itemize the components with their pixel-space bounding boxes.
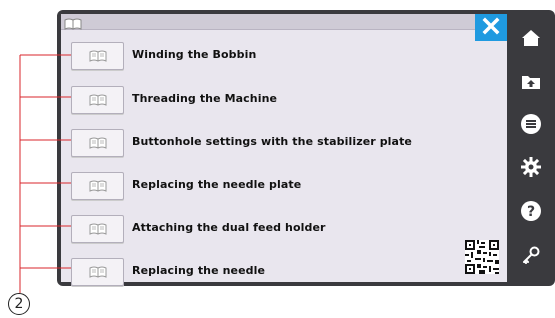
help-button[interactable]: ?: [519, 201, 543, 225]
svg-text:?: ?: [527, 204, 535, 220]
book-icon: [64, 15, 82, 34]
open-manual-button[interactable]: [71, 215, 124, 243]
book-icon: [89, 134, 107, 153]
list-item: Attaching the dual feed holder: [71, 215, 491, 243]
home-icon: [521, 28, 541, 52]
open-manual-button[interactable]: [71, 86, 124, 114]
folder-up-button[interactable]: [519, 72, 543, 96]
callout-number: 2: [8, 293, 30, 315]
list-item: Replacing the needle: [71, 258, 491, 286]
sidebar: ?: [507, 14, 553, 282]
book-icon: [89, 177, 107, 196]
list-item: Threading the Machine: [71, 86, 491, 114]
list-item: Buttonhole settings with the stabilizer …: [71, 129, 491, 157]
settings-button[interactable]: [519, 157, 543, 181]
help-icon: ?: [520, 200, 542, 226]
key-icon: [521, 245, 541, 269]
list-item: Winding the Bobbin: [71, 42, 491, 70]
home-button[interactable]: [519, 28, 543, 52]
open-manual-button[interactable]: [71, 258, 124, 286]
close-button[interactable]: [475, 14, 507, 41]
close-icon: [482, 17, 500, 39]
qr-code-icon[interactable]: [465, 240, 499, 274]
folder-up-icon: [521, 73, 541, 95]
manual-screen: Winding the Bobbin Threading the Machine…: [61, 14, 507, 286]
open-manual-button[interactable]: [71, 129, 124, 157]
title-bar: [61, 14, 507, 30]
book-icon: [89, 91, 107, 110]
book-icon: [89, 47, 107, 66]
menu-icon: [520, 113, 542, 139]
open-manual-button[interactable]: [71, 42, 124, 70]
gear-icon: [520, 156, 542, 182]
item-label: Replacing the needle: [132, 264, 266, 277]
list-item: Replacing the needle plate: [71, 172, 491, 200]
item-label: Replacing the needle plate: [132, 178, 302, 191]
open-manual-button[interactable]: [71, 172, 124, 200]
book-icon: [89, 263, 107, 282]
menu-button[interactable]: [519, 114, 543, 138]
item-label: Attaching the dual feed holder: [132, 221, 326, 234]
item-label: Winding the Bobbin: [132, 48, 257, 61]
book-icon: [89, 220, 107, 239]
item-label: Buttonhole settings with the stabilizer …: [132, 135, 412, 148]
item-label: Threading the Machine: [132, 92, 278, 105]
key-button[interactable]: [519, 245, 543, 269]
